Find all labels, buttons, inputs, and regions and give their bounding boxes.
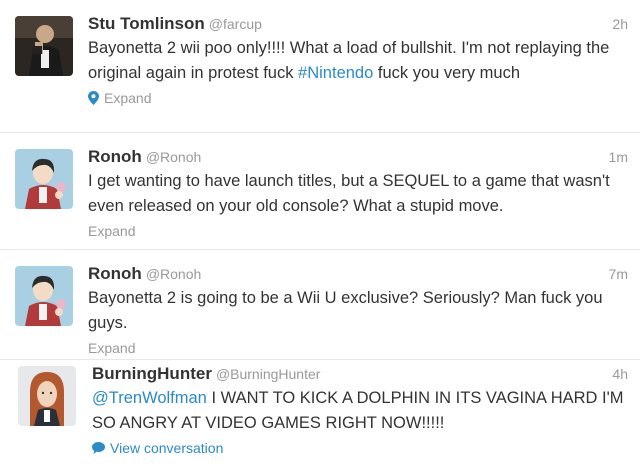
tweet-header: Ronoh @Ronoh 7m	[88, 262, 630, 286]
tweet-username[interactable]: @BurningHunter	[216, 366, 321, 382]
tweet-fullname[interactable]: Ronoh	[88, 264, 142, 283]
mention-link[interactable]: @TrenWolfman	[92, 389, 207, 407]
tweet-body: Ronoh @Ronoh 7m Bayonetta 2 is going to b…	[88, 262, 630, 358]
expand-action[interactable]: Expand	[88, 221, 135, 241]
avatar[interactable]	[18, 366, 76, 426]
tweet-text: Bayonetta 2 is going to be a Wii U exclu…	[88, 289, 603, 332]
tweet-timestamp[interactable]: 4h	[612, 362, 628, 386]
speech-bubble-icon	[92, 442, 105, 454]
timeline: Stu Tomlinson @farcup 2h Bayonetta 2 wii …	[0, 0, 640, 468]
avatar[interactable]	[15, 266, 73, 326]
tweet-username[interactable]: @farcup	[209, 16, 262, 32]
tweet-fullname[interactable]: Stu Tomlinson	[88, 14, 205, 33]
avatar[interactable]	[15, 16, 73, 76]
tweet[interactable]: Stu Tomlinson @farcup 2h Bayonetta 2 wii …	[0, 0, 640, 133]
expand-label: Expand	[104, 90, 152, 106]
tweet-text: I get wanting to have launch titles, but…	[88, 172, 610, 215]
tweet-header: Stu Tomlinson @farcup 2h	[88, 12, 630, 36]
location-pin-icon	[88, 91, 99, 105]
tweet-body: Stu Tomlinson @farcup 2h Bayonetta 2 wii …	[88, 12, 630, 110]
tweet-timestamp[interactable]: 7m	[609, 262, 628, 286]
expand-action[interactable]: Expand	[88, 338, 135, 358]
expand-label: Expand	[88, 223, 136, 239]
expand-action[interactable]: Expand	[88, 88, 151, 108]
hashtag-link[interactable]: #Nintendo	[298, 64, 373, 82]
tweet-text: @TrenWolfman I WANT TO KICK A DOLPHIN IN…	[92, 386, 630, 436]
expand-label: Expand	[88, 340, 136, 356]
view-conversation-label: View conversation	[110, 440, 224, 456]
tweet[interactable]: BurningHunter @BurningHunter 4h @TrenWolf…	[0, 360, 640, 468]
tweet-text: Bayonetta 2 wii poo only!!!! What a load…	[88, 36, 630, 86]
tweet-text-part: fuck you very much	[373, 64, 521, 82]
tweet-fullname[interactable]: Ronoh	[88, 147, 142, 166]
tweet-header: BurningHunter @BurningHunter 4h	[92, 362, 630, 386]
view-conversation-action[interactable]: View conversation	[92, 438, 223, 458]
avatar[interactable]	[15, 149, 73, 209]
tweet-timestamp[interactable]: 1m	[609, 145, 628, 169]
tweet-fullname[interactable]: BurningHunter	[92, 364, 212, 383]
tweet-body: Ronoh @Ronoh 1m I get wanting to have lau…	[88, 145, 630, 241]
tweet-body: BurningHunter @BurningHunter 4h @TrenWolf…	[92, 362, 630, 459]
tweet[interactable]: Ronoh @Ronoh 1m I get wanting to have lau…	[0, 133, 640, 250]
tweet-timestamp[interactable]: 2h	[612, 12, 628, 36]
tweet-username[interactable]: @Ronoh	[146, 266, 201, 282]
tweet-username[interactable]: @Ronoh	[146, 149, 201, 165]
tweet[interactable]: Ronoh @Ronoh 7m Bayonetta 2 is going to b…	[0, 250, 640, 360]
tweet-header: Ronoh @Ronoh 1m	[88, 145, 630, 169]
